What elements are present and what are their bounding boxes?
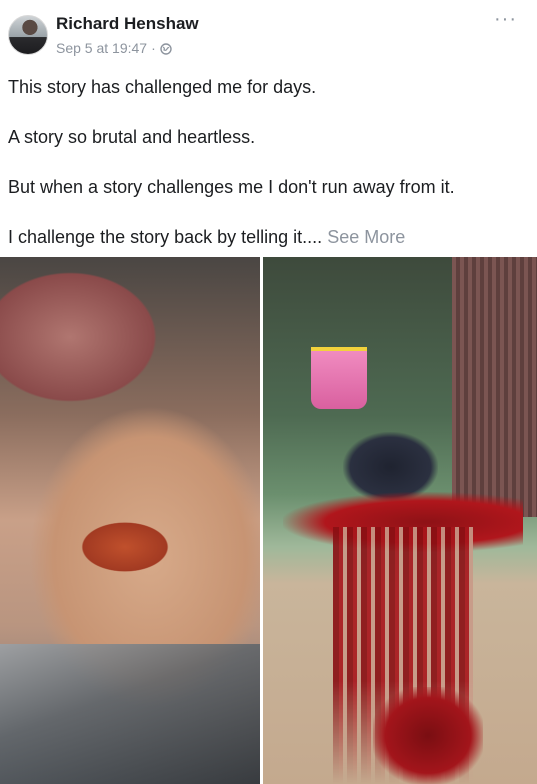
post-paragraph-last: I challenge the story back by telling it…	[8, 225, 405, 249]
photo-right[interactable]	[263, 257, 537, 784]
avatar[interactable]	[8, 15, 48, 55]
photo-right-door	[452, 257, 537, 517]
post-paragraph: This story has challenged me for days.	[8, 77, 317, 97]
globe-icon	[160, 42, 172, 55]
photo-grid	[0, 257, 537, 784]
post-paragraph: A story so brutal and heartless.	[8, 127, 256, 147]
post-header: Richard Henshaw Sep 5 at 19:47 · ···	[0, 0, 537, 64]
post-paragraph-text: I challenge the story back by telling it…	[8, 227, 323, 247]
more-options-icon[interactable]: ···	[494, 8, 517, 31]
author-name[interactable]: Richard Henshaw	[56, 14, 199, 34]
photo-left-foreground	[0, 644, 260, 784]
post-paragraph: But when a story challenges me I don't r…	[8, 177, 455, 197]
post-meta: Sep 5 at 19:47 ·	[56, 40, 172, 56]
post-timestamp[interactable]: Sep 5 at 19:47	[56, 40, 147, 56]
photo-right-pool	[373, 687, 483, 784]
meta-separator: ·	[151, 40, 156, 56]
see-more-link[interactable]: See More	[327, 227, 405, 247]
photo-left[interactable]	[0, 257, 260, 784]
photo-right-bucket	[311, 347, 367, 409]
